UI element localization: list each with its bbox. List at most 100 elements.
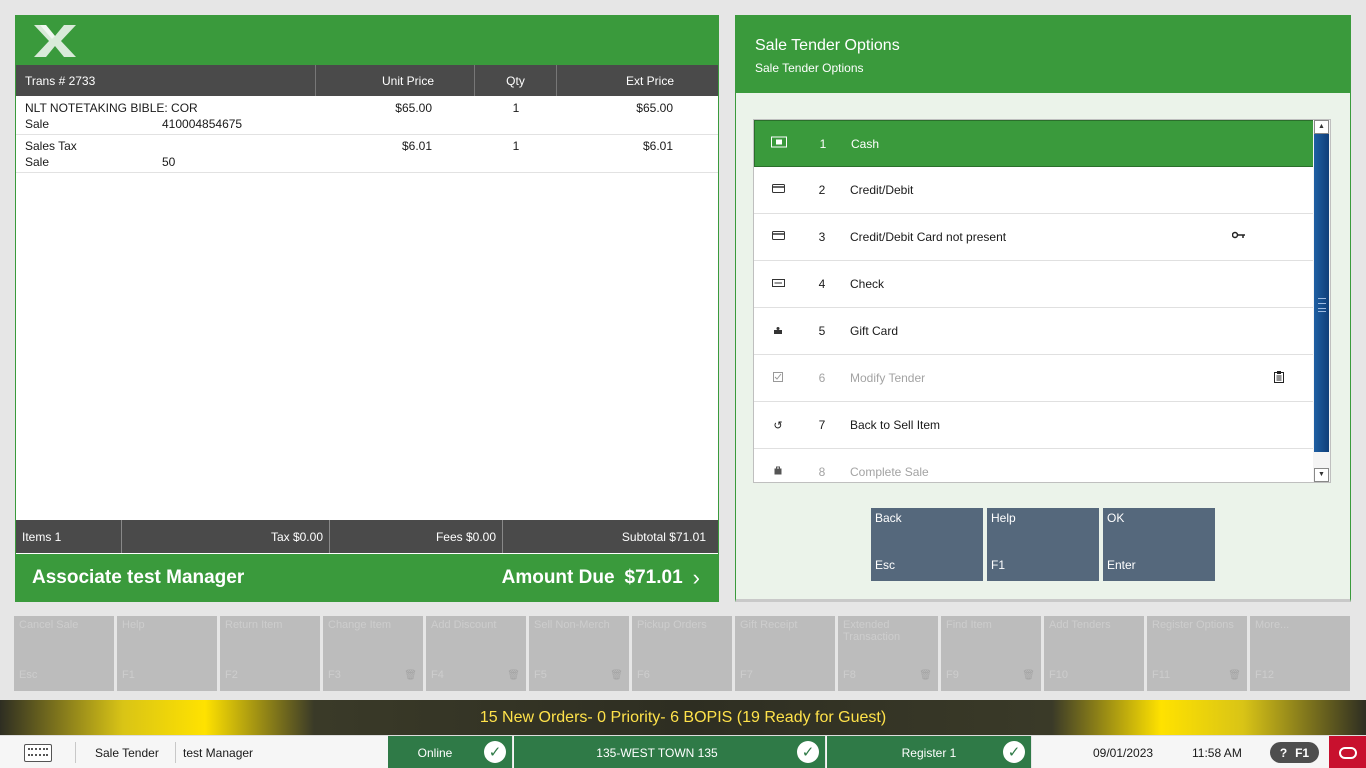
help-button[interactable]: Help F1: [987, 508, 1099, 581]
associate-name: Associate test Manager: [32, 566, 245, 588]
item-code: 410004854675: [162, 117, 243, 131]
fkey-key: F6: [637, 669, 650, 681]
tender-option-gift-card[interactable]: 5 Gift Card: [754, 308, 1314, 355]
store-status: 135-WEST TOWN 135 ✓: [514, 736, 826, 768]
card-icon: [754, 231, 802, 243]
status-date: 09/01/2023: [1093, 745, 1154, 760]
tender-option-cash[interactable]: 1 Cash: [754, 120, 1314, 167]
help-button-key: F1: [991, 558, 1006, 572]
tender-number: 6: [818, 371, 826, 385]
x-logo-icon: [34, 24, 76, 57]
fees-total: Fees $0.00: [330, 520, 503, 553]
tender-number: 8: [818, 465, 826, 479]
fkey-label: Change Item: [328, 619, 391, 631]
transaction-totals: Items 1 Tax $0.00 Fees $0.00 Subtotal $7…: [16, 520, 718, 553]
fkey-key: F7: [740, 669, 753, 681]
current-screen: Sale Tender: [95, 745, 159, 760]
tender-label: Cash: [851, 136, 880, 151]
ok-button-key: Enter: [1107, 558, 1136, 572]
tender-number: 3: [818, 230, 826, 244]
scroll-down-arrow-icon[interactable]: ▼: [1314, 468, 1329, 482]
fkey-register-options[interactable]: Register Options F11 🗑: [1147, 616, 1247, 691]
back-button-key: Esc: [875, 558, 896, 572]
bag-icon: [754, 466, 802, 478]
fkey-sell-non-merch[interactable]: Sell Non-Merch F5 🗑: [529, 616, 629, 691]
tender-option-complete-sale[interactable]: 8 Complete Sale: [754, 449, 1314, 482]
orders-notification-banner[interactable]: 15 New Orders- 0 Priority- 6 BOPIS (19 R…: [0, 700, 1366, 735]
fkey-add-discount[interactable]: Add Discount F4 🗑: [426, 616, 526, 691]
fkey-find-item[interactable]: Find Item F9 🗑: [941, 616, 1041, 691]
orders-notification-text: 15 New Orders- 0 Priority- 6 BOPIS (19 R…: [479, 708, 887, 726]
keyboard-icon[interactable]: [24, 736, 54, 768]
scroll-up-arrow-icon[interactable]: ▲: [1314, 120, 1329, 134]
fkey-label: Pickup Orders: [637, 619, 707, 631]
fkey-add-tenders[interactable]: Add Tenders F10: [1044, 616, 1144, 691]
help-f1-button[interactable]: ? F1: [1270, 742, 1319, 763]
trash-icon: 🗑: [610, 670, 623, 681]
transaction-header: [16, 16, 718, 65]
checkmark-icon: ✓: [484, 741, 506, 763]
fkey-pickup-orders[interactable]: Pickup Orders F6: [632, 616, 732, 691]
fkey-gift-receipt[interactable]: Gift Receipt F7: [735, 616, 835, 691]
checkmark-icon: ✓: [1003, 741, 1025, 763]
scroll-thumb[interactable]: [1314, 134, 1329, 452]
tender-list-scrollbar[interactable]: ▲ ▼: [1313, 120, 1330, 482]
current-user: test Manager: [183, 745, 254, 760]
fkey-label: Cancel Sale: [19, 619, 79, 631]
tender-options-list[interactable]: 1 Cash 2 Credit/Debit 3 Credit/Debit Car…: [753, 119, 1331, 483]
fkey-change-item[interactable]: Change Item F3 🗑: [323, 616, 423, 691]
modify-icon: [754, 371, 802, 385]
gift-icon: [754, 325, 802, 337]
item-type: Sale: [25, 155, 50, 169]
tender-option-card-not-present[interactable]: 3 Credit/Debit Card not present: [754, 214, 1314, 261]
trans-number-header: Trans # 2733: [16, 65, 316, 96]
transaction-panel: Trans # 2733 Unit Price Qty Ext Price NL…: [15, 15, 719, 602]
fkey-key: F4: [431, 669, 444, 681]
amount-due-bar[interactable]: Associate test Manager Amount Due $71.01…: [16, 554, 718, 601]
line-item[interactable]: Sales Tax Sale 50 $6.01 1 $6.01: [16, 135, 718, 173]
tender-number: 4: [818, 277, 826, 291]
item-code: 50: [162, 155, 176, 169]
back-button[interactable]: Back Esc: [871, 508, 983, 581]
trash-icon: 🗑: [1228, 670, 1241, 681]
item-ext-price: $6.01: [642, 139, 673, 153]
trash-icon: 🗑: [507, 670, 520, 681]
tender-option-back-to-sell-item[interactable]: ↺ 7 Back to Sell Item: [754, 402, 1314, 449]
fkey-help[interactable]: Help F1: [117, 616, 217, 691]
line-item[interactable]: NLT NOTETAKING BIBLE: COR Sale 410004854…: [16, 97, 718, 135]
online-status: Online ✓: [388, 736, 513, 768]
item-type: Sale: [25, 117, 50, 131]
fkey-cancel-sale[interactable]: Cancel Sale Esc: [14, 616, 114, 691]
tender-label: Gift Card: [850, 324, 899, 338]
fkey-extended-transaction[interactable]: Extended Transaction F8 🗑: [838, 616, 938, 691]
qty-header: Qty: [475, 65, 557, 96]
oracle-logo-icon[interactable]: [1329, 736, 1366, 768]
tender-option-modify-tender[interactable]: 6 Modify Tender: [754, 355, 1314, 402]
check-icon: [754, 278, 802, 290]
item-ext-price: $65.00: [636, 101, 673, 115]
fkey-key: F10: [1049, 669, 1068, 681]
tender-option-check[interactable]: 4 Check: [754, 261, 1314, 308]
subtotal: Subtotal $71.01: [621, 529, 706, 544]
item-name: NLT NOTETAKING BIBLE: COR: [25, 101, 198, 115]
tender-option-credit-debit[interactable]: 2 Credit/Debit: [754, 167, 1314, 214]
online-label: Online: [417, 745, 453, 760]
unit-price-header: Unit Price: [316, 65, 475, 96]
fkey-label: Sell Non-Merch: [534, 619, 610, 631]
fkey-key: F9: [946, 669, 959, 681]
amount-due-label: Amount Due: [501, 566, 615, 588]
fkey-key: F2: [225, 669, 238, 681]
undo-icon: ↺: [773, 419, 783, 432]
fkey-more[interactable]: More... F12: [1250, 616, 1350, 691]
clipboard-icon: [1274, 371, 1284, 386]
fkey-label: Register Options: [1152, 619, 1234, 631]
amount-due-value: $71.01: [624, 566, 683, 588]
fkey-return-item[interactable]: Return Item F2: [220, 616, 320, 691]
ok-button[interactable]: OK Enter: [1103, 508, 1215, 581]
fkey-key: F8: [843, 669, 856, 681]
tender-label: Back to Sell Item: [850, 418, 941, 432]
tender-label: Credit/Debit: [850, 183, 914, 197]
tender-header: Sale Tender Options Sale Tender Options: [736, 16, 1350, 93]
help-key: F1: [1295, 745, 1310, 760]
help-question-icon: ?: [1279, 745, 1288, 760]
